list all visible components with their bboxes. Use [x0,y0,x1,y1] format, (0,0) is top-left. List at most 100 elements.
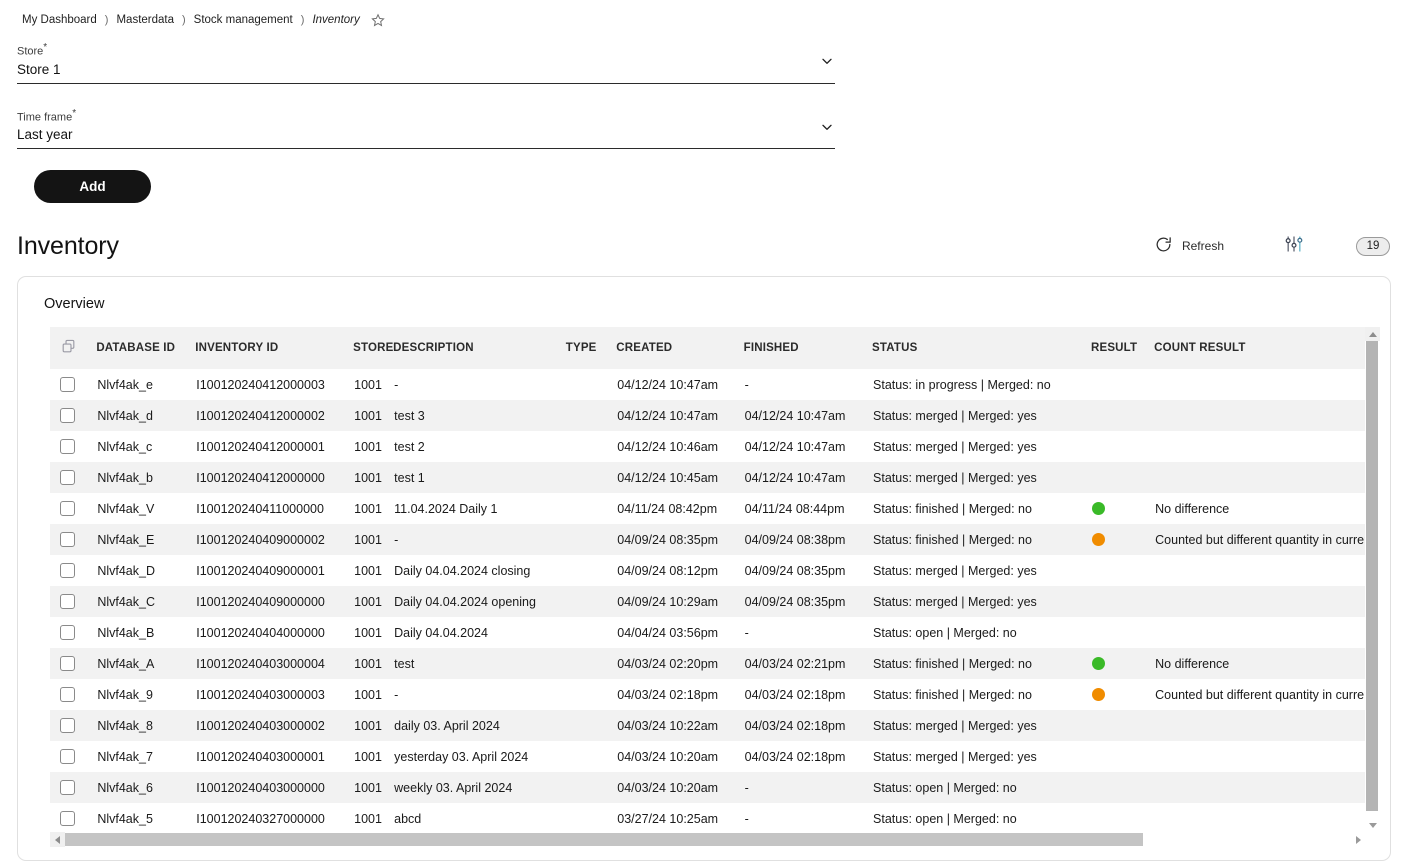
column-header-description[interactable]: DESCRIPTION [393,327,566,370]
row-checkbox-cell[interactable] [50,431,97,463]
column-header-type[interactable]: TYPE [565,327,617,370]
row-checkbox[interactable] [60,687,75,703]
row-checkbox-cell[interactable] [50,462,97,494]
row-checkbox[interactable] [60,501,75,517]
scroll-right-button[interactable] [1351,832,1366,848]
table-row[interactable]: Nlvf4ak_V I100120240411000000 1001 11.04.20… [50,493,1366,525]
vertical-scrollbar[interactable] [1365,327,1380,833]
scroll-left-button[interactable] [50,832,65,848]
store-select[interactable]: Store* Store 1 [17,39,835,84]
table-row[interactable]: Nlvf4ak_6 I100120240403000000 1001 weekly 0… [50,772,1366,804]
breadcrumb-item-stock-management[interactable]: Stock management [194,14,293,26]
time-frame-select[interactable]: Time frame* Last year [17,105,835,150]
row-checkbox-cell[interactable] [50,679,97,711]
status-dot-green [1091,502,1105,516]
add-button[interactable]: Add [34,170,151,204]
row-checkbox[interactable] [60,377,75,393]
star-icon[interactable] [371,13,385,27]
table-row[interactable]: Nlvf4ak_9 I100120240403000003 1001- 04/03/2… [50,679,1366,711]
column-header-inventory-id[interactable]: INVENTORY ID [195,327,354,370]
cell-database-id: Nlvf4ak_8 [96,710,196,742]
cell-inventory-id: I100120240403000004 [195,648,354,680]
inventory-table: DATABASE ID INVENTORY ID STORE DESCRIPTI… [50,327,1366,833]
row-checkbox[interactable] [60,439,75,455]
breadcrumb: My Dashboard ) Masterdata ) Stock manage… [0,0,1408,30]
table-row[interactable]: Nlvf4ak_8 I100120240403000002 1001 daily 03… [50,710,1366,742]
refresh-button[interactable]: Refresh [1148,231,1230,261]
table-row[interactable]: Nlvf4ak_5 I100120240327000000 1001 abcd 03/2… [50,803,1366,833]
row-checkbox[interactable] [60,532,75,548]
row-checkbox-cell[interactable] [50,741,97,773]
row-checkbox[interactable] [60,594,75,610]
row-checkbox-cell[interactable] [50,586,97,618]
column-header-store[interactable]: STORE [353,327,393,370]
cell-status: Status: open | Merged: no [872,772,1091,804]
table-row[interactable]: Nlvf4ak_d I100120240412000002 1001 test 3 04… [50,400,1366,432]
cell-store: 1001 [353,741,394,773]
row-checkbox[interactable] [60,780,75,796]
cell-store: 1001 [353,648,394,680]
row-checkbox[interactable] [60,408,75,424]
cell-description: weekly 03. April 2024 [393,772,566,804]
breadcrumb-separator: ) [300,13,305,26]
column-header-count-result[interactable]: COUNT RESULT [1154,327,1366,370]
horizontal-scrollbar[interactable] [50,832,1366,848]
table-row[interactable]: Nlvf4ak_C I100120240409000000 1001 Daily 04… [50,586,1366,618]
count-badge[interactable]: 19 [1356,236,1390,256]
breadcrumb-item-masterdata[interactable]: Masterdata [116,14,174,26]
row-checkbox[interactable] [60,625,75,641]
row-checkbox-cell[interactable] [50,617,97,649]
triangle-left-icon [55,835,60,844]
table-row[interactable]: Nlvf4ak_b I100120240412000000 1001 test 1 04… [50,462,1366,494]
settings-button[interactable] [1274,230,1314,263]
column-header-created[interactable]: CREATED [616,327,744,370]
row-checkbox[interactable] [60,470,75,486]
cell-database-id: Nlvf4ak_D [96,555,196,587]
cell-inventory-id: I100120240412000001 [195,431,354,463]
row-checkbox-cell[interactable] [50,772,97,804]
cell-count-result: No difference [1154,493,1366,525]
row-checkbox[interactable] [60,563,75,579]
table-row[interactable]: Nlvf4ak_c I100120240412000001 1001 test 2 04… [50,431,1366,463]
table-row[interactable]: Nlvf4ak_D I100120240409000001 1001 Daily 04… [50,555,1366,587]
page-header: Inventory Refresh 19 [0,225,1408,267]
table-container: DATABASE ID INVENTORY ID STORE DESCRIPTI… [50,327,1380,848]
column-header-finished[interactable]: FINISHED [743,327,873,370]
cell-created: 04/09/24 08:12pm [616,555,744,587]
row-checkbox[interactable] [60,656,75,672]
row-checkbox-cell[interactable] [50,400,97,432]
row-checkbox[interactable] [60,749,75,765]
row-checkbox-cell[interactable] [50,493,97,525]
column-header-status[interactable]: STATUS [872,327,1091,370]
cell-finished: 04/03/24 02:18pm [743,741,873,773]
table-row[interactable]: Nlvf4ak_E I100120240409000002 1001- 04/09/2… [50,524,1366,556]
breadcrumb-item-my-dashboard[interactable]: My Dashboard [22,14,97,26]
cell-inventory-id: I100120240409000000 [195,586,354,618]
row-checkbox-cell[interactable] [50,369,97,401]
table-row[interactable]: Nlvf4ak_A I100120240403000004 1001 test 04/0… [50,648,1366,680]
horizontal-scrollbar-thumb[interactable] [65,833,1143,847]
vertical-scrollbar-thumb[interactable] [1366,341,1378,812]
select-all-cell[interactable] [50,327,97,370]
table-row[interactable]: Nlvf4ak_e I100120240412000003 1001-04/12/2… [50,369,1366,401]
table-row[interactable]: Nlvf4ak_7 I100120240403000001 1001 yesterda… [50,741,1366,773]
cell-database-id: Nlvf4ak_B [96,617,196,649]
chevron-down-icon[interactable] [819,119,835,135]
table-row[interactable]: Nlvf4ak_B I100120240404000000 1001 Daily 04… [50,617,1366,649]
chevron-down-icon[interactable] [819,53,835,69]
row-checkbox-cell[interactable] [50,710,97,742]
row-checkbox-cell[interactable] [50,648,97,680]
row-checkbox-cell[interactable] [50,524,97,556]
row-checkbox-cell[interactable] [50,555,97,587]
row-checkbox-cell[interactable] [50,803,97,833]
column-header-database-id[interactable]: DATABASE ID [96,327,196,370]
scroll-up-button[interactable] [1365,327,1380,342]
scroll-down-button[interactable] [1365,818,1380,833]
cell-inventory-id: I100120240403000000 [195,772,354,804]
row-checkbox[interactable] [60,811,75,827]
row-checkbox[interactable] [60,718,75,734]
column-header-result[interactable]: RESULT [1090,327,1155,370]
copy-icon[interactable] [60,340,77,358]
cell-created: 04/03/24 02:20pm [616,648,744,680]
cell-created: 04/09/24 10:29am [616,586,744,618]
